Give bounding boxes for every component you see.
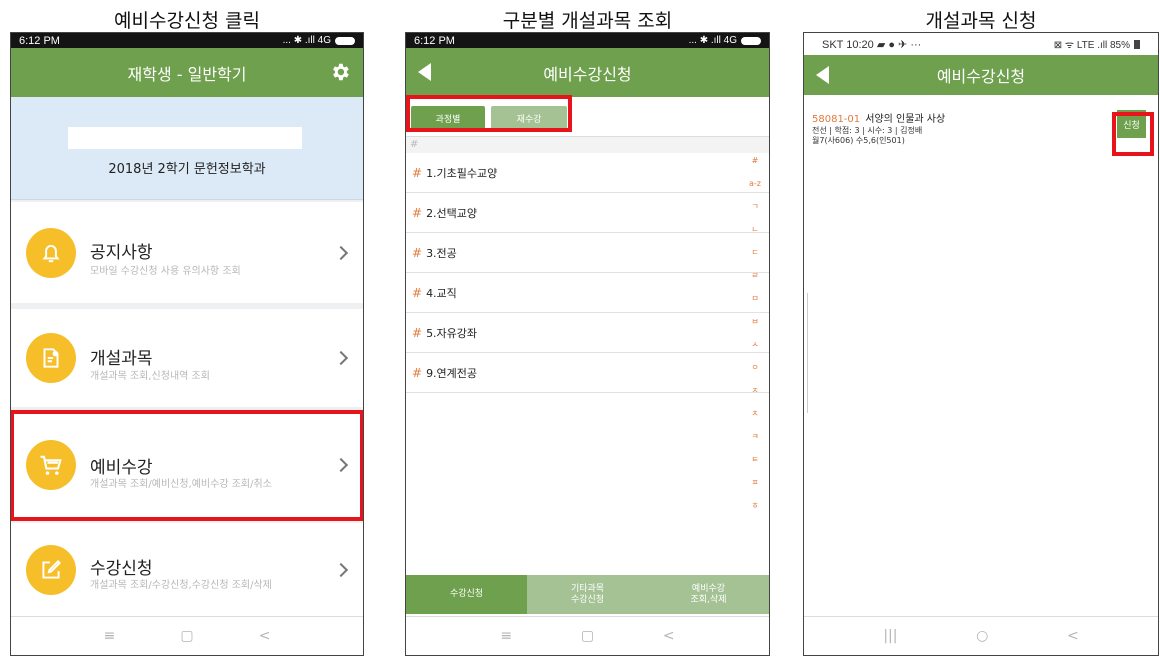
tab-pre-registration-list[interactable]: 예비수강 조회,삭제 xyxy=(648,575,769,614)
phone-screen-1: 6:12 PM ... ✱ .ıll 4G 재학생 - 일반학기 2018년 2… xyxy=(10,32,364,656)
battery-icon xyxy=(741,36,761,45)
app-header: 재학생 - 일반학기 xyxy=(11,48,363,97)
status-left: SKT 10:20 ▰ ● ✈ ··· xyxy=(822,38,922,51)
menu-title: 개설과목 xyxy=(90,349,153,369)
menu-subtitle: 개설과목 조회/수강신청,수강신청 조회/삭제 xyxy=(90,580,272,591)
hash-icon: # xyxy=(412,325,423,340)
phone-screen-2: 6:12 PM ... ✱ .ıll 4G 예비수강신청 과정별 재수강 # #… xyxy=(405,32,770,656)
status-icons: ... ✱ .ıll 4G xyxy=(689,35,761,46)
index-letter[interactable]: ㅂ xyxy=(751,310,758,333)
status-icons: ⊠ ᯤ LTE .ıll 85% xyxy=(1054,37,1140,51)
hash-icon: # xyxy=(412,165,423,180)
highlight-box xyxy=(1112,112,1154,156)
index-letter[interactable]: ㄹ xyxy=(751,264,758,287)
alphabet-index-bar[interactable]: # a-z ㄱㄴㄷㄹㅁㅂㅅㅇㅈㅊㅋㅌㅍㅎ xyxy=(747,149,763,517)
highlight-box xyxy=(11,410,363,521)
app-header: 예비수강신청 xyxy=(804,55,1158,95)
menu-courses[interactable]: 개설과목 개설과목 조회,신청내역 조회 xyxy=(11,309,363,407)
status-icons: ... ✱ .ıll 4G xyxy=(283,35,355,46)
index-letter[interactable]: a-z xyxy=(749,172,761,195)
index-letter[interactable]: ㅇ xyxy=(751,356,758,379)
caption-step3: 개설과목 신청 xyxy=(925,10,1037,32)
bell-icon xyxy=(26,227,76,278)
home-nav-icon[interactable]: ▢ xyxy=(180,628,193,644)
phone-screen-3: SKT 10:20 ▰ ● ✈ ··· ⊠ ᯤ LTE .ıll 85% 예비수… xyxy=(803,32,1159,656)
student-name-redacted xyxy=(68,127,302,149)
battery-icon xyxy=(1134,39,1140,49)
back-icon[interactable] xyxy=(816,66,829,84)
index-letter[interactable]: ㅋ xyxy=(751,425,758,448)
list-item[interactable]: #5.자유강좌 xyxy=(406,313,769,353)
index-letter[interactable]: ㅌ xyxy=(751,448,758,471)
edit-icon xyxy=(26,545,76,595)
index-letter[interactable]: ㅁ xyxy=(751,287,758,310)
back-nav-icon[interactable]: < xyxy=(1067,628,1079,644)
home-nav-icon[interactable]: ○ xyxy=(976,628,988,644)
page-title: 예비수강신청 xyxy=(936,67,1026,86)
status-bar: 6:12 PM ... ✱ .ıll 4G xyxy=(406,33,769,48)
course-schedule: 월7(사606) 수5,6(인501) xyxy=(812,136,905,145)
course-code: 58081-01 xyxy=(812,114,861,125)
page-title: 재학생 - 일반학기 xyxy=(127,64,247,84)
status-time: 6:12 PM xyxy=(19,34,60,47)
index-letter[interactable]: ㅊ xyxy=(751,402,758,425)
chevron-right-icon xyxy=(333,350,349,366)
caption-step1: 예비수강신청 클릭 xyxy=(114,10,260,32)
document-search-icon xyxy=(26,333,76,383)
app-header: 예비수강신청 xyxy=(406,48,769,97)
menu-nav-icon[interactable]: ≡ xyxy=(500,628,512,644)
menu-nav-icon[interactable]: ≡ xyxy=(104,628,116,644)
hash-icon: # xyxy=(412,365,423,380)
index-letter[interactable]: ㄱ xyxy=(751,195,758,218)
course-details: 전선 | 학점: 3 | 시수: 3 | 김정배 xyxy=(812,126,923,135)
index-letter[interactable]: ㄴ xyxy=(751,218,758,241)
caption-step2: 구분별 개설과목 조회 xyxy=(502,10,673,32)
system-nav-bar: ≡ ▢ < xyxy=(406,616,769,655)
course-item[interactable]: 58081-01 서양의 인물과 사상 전선 | 학점: 3 | 시수: 3 |… xyxy=(804,95,1158,150)
status-bar: SKT 10:20 ▰ ● ✈ ··· ⊠ ᯤ LTE .ıll 85% xyxy=(804,33,1158,55)
index-letter[interactable]: # xyxy=(752,149,759,172)
list-item[interactable]: #4.교직 xyxy=(406,273,769,313)
menu-subtitle: 모바일 수강신청 사용 유의사항 조회 xyxy=(90,266,241,277)
scroll-indicator xyxy=(807,293,808,413)
status-bar: 6:12 PM ... ✱ .ıll 4G xyxy=(11,33,363,48)
system-nav-bar: ≡ ▢ < xyxy=(11,616,363,655)
course-name: 서양의 인물과 사상 xyxy=(865,114,946,125)
highlight-box xyxy=(406,95,572,132)
profile-card: 2018년 2학기 문헌정보학과 xyxy=(11,97,363,200)
bottom-tab-bar: 수강신청 기타과목 수강신청 예비수강 조회,삭제 xyxy=(406,575,769,614)
recent-apps-nav-icon[interactable]: ||| xyxy=(883,628,897,644)
list-item[interactable]: #9.연계전공 xyxy=(406,353,769,393)
chevron-right-icon xyxy=(333,245,349,260)
back-icon[interactable] xyxy=(418,63,431,81)
tab-other-courses[interactable]: 기타과목 수강신청 xyxy=(527,575,648,614)
menu-registration[interactable]: 수강신청 개설과목 조회/수강신청,수강신청 조회/삭제 xyxy=(11,523,363,617)
system-nav-bar: ||| ○ < xyxy=(804,616,1158,655)
chevron-right-icon xyxy=(333,562,349,578)
battery-icon xyxy=(335,36,355,45)
gear-icon[interactable] xyxy=(329,61,351,83)
tab-registration[interactable]: 수강신청 xyxy=(406,575,527,614)
index-letter[interactable]: ㅍ xyxy=(751,471,758,494)
list-item[interactable]: #1.기초필수교양 xyxy=(406,153,769,193)
menu-title: 공지사항 xyxy=(90,243,153,263)
list-item[interactable]: #3.전공 xyxy=(406,233,769,273)
hash-icon: # xyxy=(412,245,423,260)
menu-notice[interactable]: 공지사항 모바일 수강신청 사용 유의사항 조회 xyxy=(11,202,363,303)
index-letter[interactable]: ㅅ xyxy=(751,333,758,356)
menu-subtitle: 개설과목 조회,신청내역 조회 xyxy=(90,371,210,382)
list-item[interactable]: #2.선택교양 xyxy=(406,193,769,233)
hash-icon: # xyxy=(412,205,423,220)
back-nav-icon[interactable]: < xyxy=(259,628,271,644)
back-nav-icon[interactable]: < xyxy=(663,628,675,644)
status-time: 6:12 PM xyxy=(414,34,455,47)
index-letter[interactable]: ㅈ xyxy=(751,379,758,402)
home-nav-icon[interactable]: ▢ xyxy=(581,628,594,644)
semester-department: 2018년 2학기 문헌정보학과 xyxy=(108,162,266,177)
page-title: 예비수강신청 xyxy=(543,64,632,84)
index-letter[interactable]: ㄷ xyxy=(751,241,758,264)
hash-icon: # xyxy=(412,285,423,300)
list-section-header: # xyxy=(406,137,769,153)
index-letter[interactable]: ㅎ xyxy=(751,494,758,517)
